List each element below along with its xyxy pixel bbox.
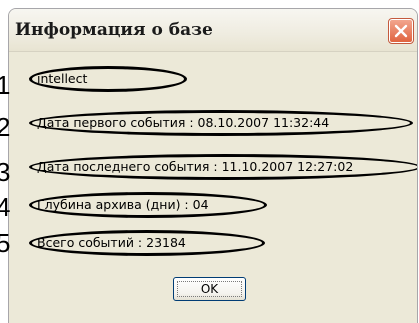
ok-button[interactable]: OK	[173, 277, 246, 301]
first-event-date-value: Дата первого события : 08.10.2007 11:32:…	[37, 115, 330, 130]
last-event-date-value: Дата последнего события : 11.10.2007 12:…	[37, 159, 354, 174]
callout-number-5: 5	[0, 228, 11, 258]
screenshot-stage: Информация о базе intellect Дата первого…	[0, 0, 419, 323]
database-info-dialog: Информация о базе intellect Дата первого…	[8, 8, 418, 323]
callout-number-4: 4	[0, 192, 11, 222]
close-icon	[394, 24, 408, 38]
callout-number-1: 1	[0, 70, 11, 100]
close-button[interactable]	[388, 18, 414, 44]
callout-number-2: 2	[0, 112, 11, 142]
dialog-title: Информация о базе	[15, 20, 213, 40]
total-events-value: Всего событий : 23184	[37, 235, 186, 250]
callout-number-3: 3	[0, 157, 11, 187]
database-name-value: intellect	[37, 71, 88, 86]
archive-depth-value: Глубина архива (дни) : 04	[37, 197, 209, 212]
title-bar[interactable]: Информация о базе	[9, 9, 417, 52]
